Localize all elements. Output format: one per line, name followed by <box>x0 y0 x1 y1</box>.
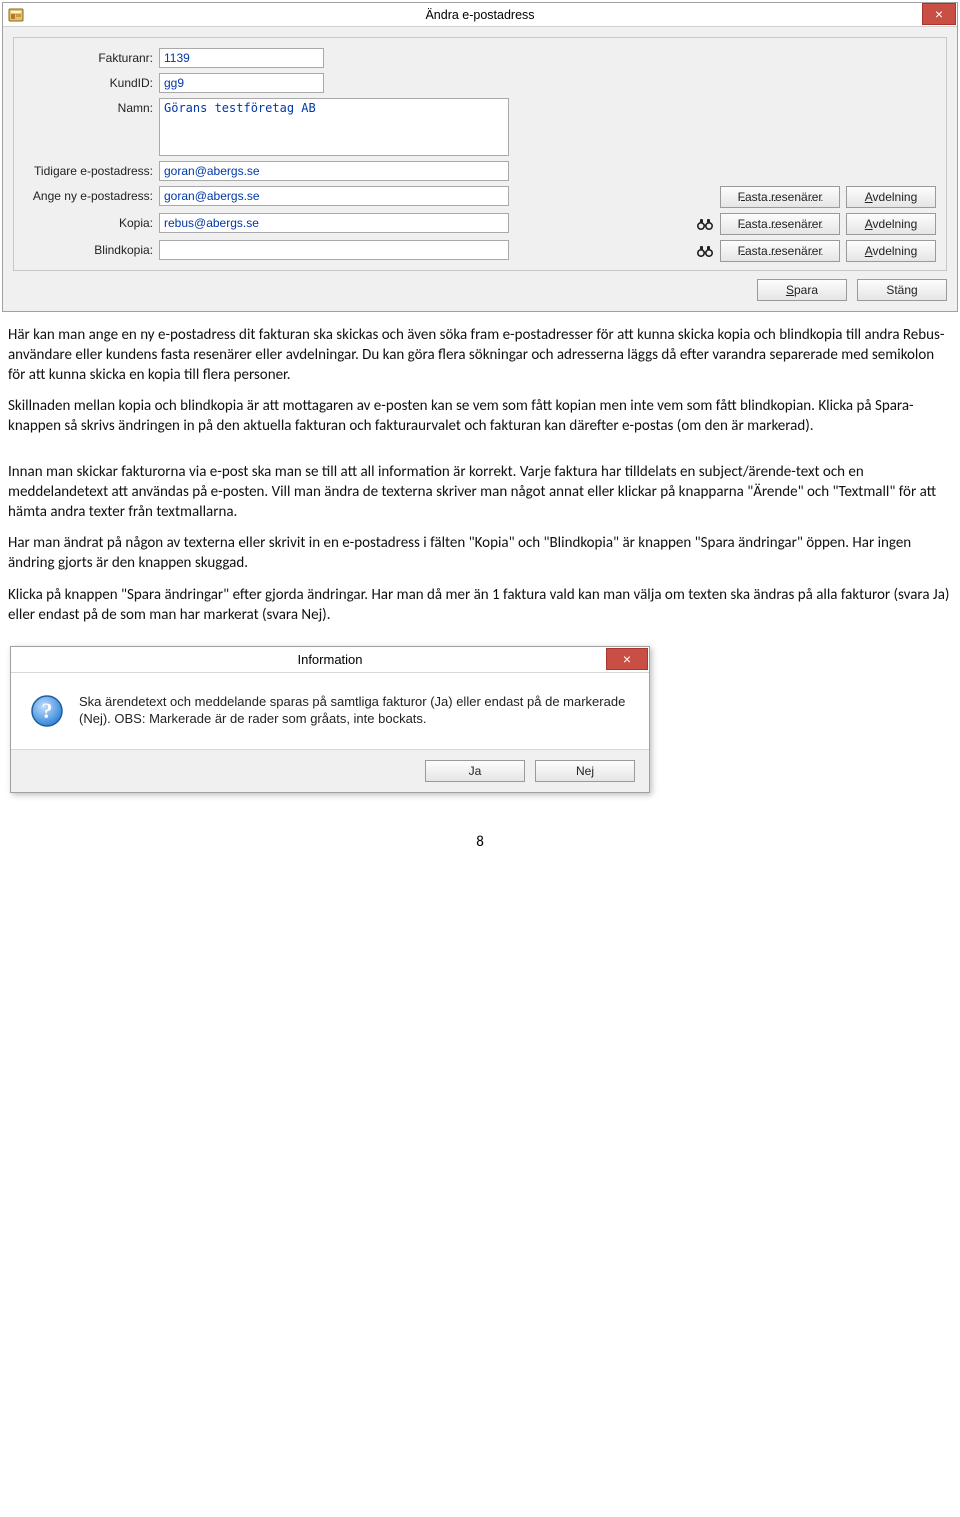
page-number: 8 <box>0 793 960 861</box>
document-body: Här kan man ange en ny e-postadress dit … <box>0 312 960 642</box>
paragraph: Innan man skickar fakturorna via e-post … <box>8 463 952 522</box>
paragraph: Klicka på knappen "Spara ändringar" efte… <box>8 586 952 626</box>
email-change-dialog: Ändra e-postadress × Fakturanr: KundID: … <box>2 2 958 312</box>
no-button[interactable]: Nej <box>535 760 635 782</box>
avdelning-button-blind[interactable]: Avdelning <box>846 240 936 262</box>
form-group: Fakturanr: KundID: Namn: Görans testföre… <box>13 37 947 271</box>
information-dialog: Information × ? Ska ärendetext och medde… <box>10 646 650 793</box>
label-kopia: Kopia: <box>24 213 159 230</box>
information-message: Ska ärendetext och meddelande sparas på … <box>79 693 631 729</box>
avdelning-button-kopia[interactable]: Avdelning <box>846 213 936 235</box>
binoculars-icon[interactable] <box>696 242 714 260</box>
fasta-resenarer-button-kopia[interactable]: Fasta resenärer <box>720 213 840 235</box>
ny-email-field[interactable] <box>159 186 509 206</box>
label-tidigare: Tidigare e-postadress: <box>24 161 159 178</box>
close-footer-button[interactable]: Stäng <box>857 279 947 301</box>
paragraph: Har man ändrat på någon av texterna elle… <box>8 534 952 574</box>
dialog-title: Ändra e-postadress <box>425 8 534 22</box>
titlebar[interactable]: Ändra e-postadress × <box>3 3 957 27</box>
app-icon <box>7 6 25 24</box>
dialog-title: Information <box>297 652 362 667</box>
label-kundid: KundID: <box>24 73 159 90</box>
label-fakturanr: Fakturanr: <box>24 48 159 65</box>
avdelning-button-ny[interactable]: Avdelning <box>846 186 936 208</box>
yes-button[interactable]: Ja <box>425 760 525 782</box>
fasta-resenarer-button-ny[interactable]: Fasta resenärer <box>720 186 840 208</box>
fasta-resenarer-button-blind[interactable]: Fasta resenärer <box>720 240 840 262</box>
tidigare-email-field <box>159 161 509 181</box>
close-button[interactable]: × <box>922 3 956 25</box>
save-button[interactable]: Spara <box>757 279 847 301</box>
paragraph: Här kan man ange en ny e-postadress dit … <box>8 326 952 385</box>
titlebar[interactable]: Information × <box>11 647 649 673</box>
paragraph: Skillnaden mellan kopia och blindkopia ä… <box>8 397 952 437</box>
svg-text:?: ? <box>42 698 53 723</box>
fakturanr-field[interactable] <box>159 48 324 68</box>
kopia-field[interactable] <box>159 213 509 233</box>
label-ny: Ange ny e-postadress: <box>24 186 159 203</box>
question-icon: ? <box>29 693 65 729</box>
label-namn: Namn: <box>24 98 159 115</box>
close-button[interactable]: × <box>606 648 648 670</box>
kundid-field[interactable] <box>159 73 324 93</box>
label-blindkopia: Blindkopia: <box>24 240 159 257</box>
namn-field[interactable]: Görans testföretag AB <box>159 98 509 156</box>
blindkopia-field[interactable] <box>159 240 509 260</box>
binoculars-icon[interactable] <box>696 215 714 233</box>
